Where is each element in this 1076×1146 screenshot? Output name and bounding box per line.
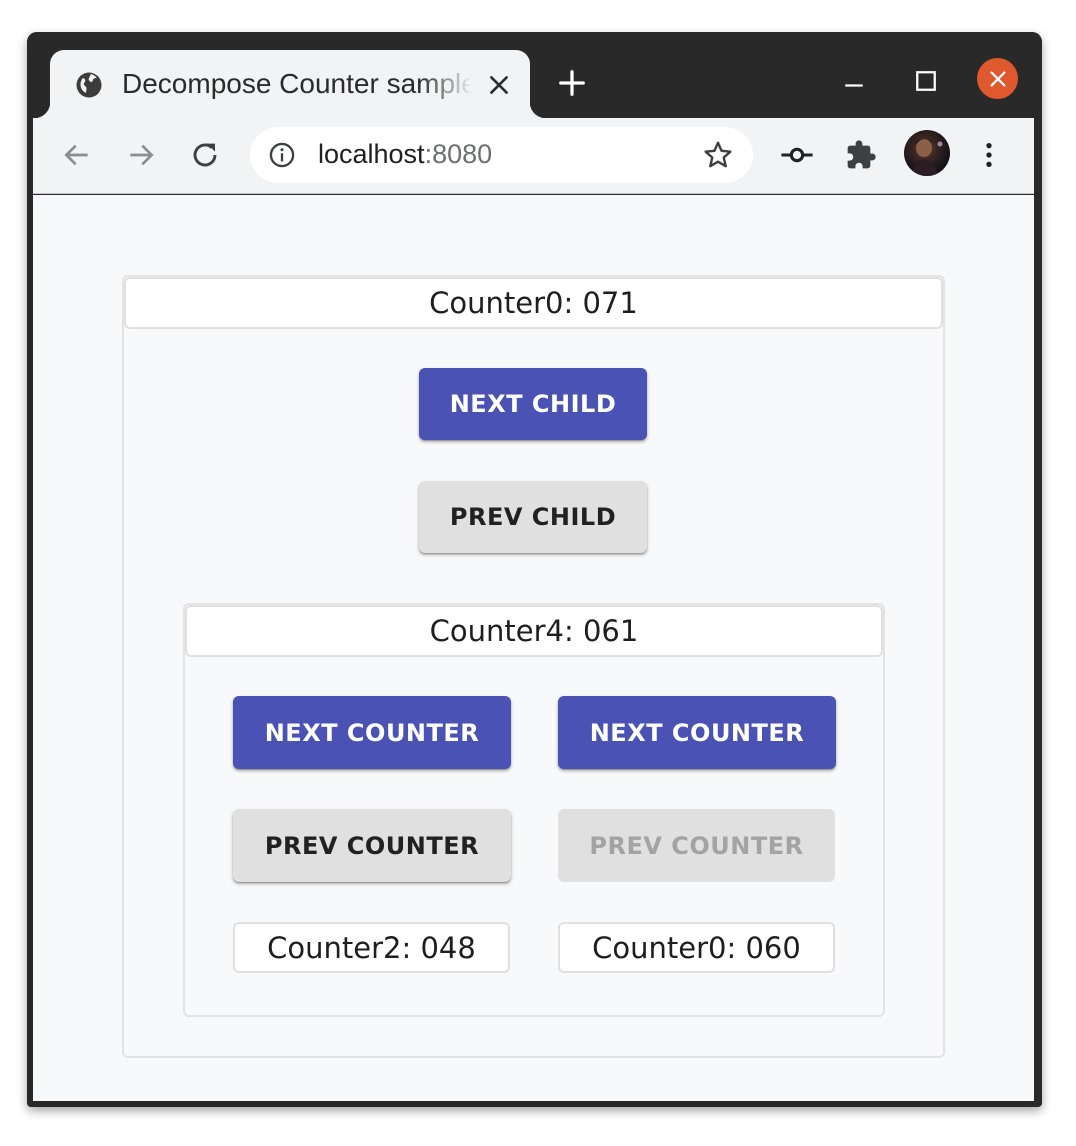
browser-toolbar: localhost:8080	[33, 118, 1034, 194]
forward-arrow-icon	[130, 144, 154, 166]
more-vert-icon	[986, 143, 992, 167]
left-leaf-counter-label: Counter2: 048	[233, 922, 510, 973]
right-next-counter-button[interactable]: NEXT COUNTER	[558, 696, 836, 769]
forward-button[interactable]	[123, 137, 159, 173]
commit-icon	[781, 147, 813, 163]
child-counter-panel: Counter4: 061 NEXT COUNTER NEXT COUNTER …	[183, 603, 885, 1017]
tab-title: Decompose Counter sample	[122, 68, 472, 99]
window-close-button[interactable]	[977, 58, 1018, 99]
close-icon	[989, 70, 1006, 87]
minimize-icon[interactable]	[839, 68, 869, 98]
info-icon[interactable]	[268, 141, 296, 169]
title-bar: Decompose Counter sample	[27, 32, 1042, 118]
extensions-puzzle-icon	[847, 140, 876, 169]
maximize-icon[interactable]	[911, 66, 941, 96]
star-icon[interactable]	[702, 139, 734, 171]
profile-avatar[interactable]	[904, 130, 950, 176]
page-viewport: Counter0: 071 NEXT CHILD PREV CHILD Coun…	[33, 195, 1034, 1101]
url-host: localhost	[318, 139, 425, 169]
url-text: localhost:8080	[318, 139, 492, 170]
right-prev-counter-button-disabled: PREV COUNTER	[558, 809, 835, 882]
extensions-button[interactable]	[843, 137, 879, 173]
url-port: :8080	[424, 139, 493, 169]
left-next-counter-button[interactable]: NEXT COUNTER	[233, 696, 511, 769]
menu-button[interactable]	[971, 137, 1007, 173]
plus-icon[interactable]	[557, 68, 587, 98]
root-counter-panel: Counter0: 071 NEXT CHILD PREV CHILD Coun…	[122, 275, 945, 1058]
reload-button[interactable]	[187, 137, 223, 173]
next-child-button[interactable]: NEXT CHILD	[419, 368, 647, 440]
right-leaf-counter-label: Counter0: 060	[558, 922, 835, 973]
address-bar[interactable]: localhost:8080	[250, 127, 753, 183]
commit-extension-button[interactable]	[779, 137, 815, 173]
left-prev-counter-button[interactable]: PREV COUNTER	[233, 809, 511, 882]
back-arrow-icon	[64, 144, 88, 166]
back-button[interactable]	[59, 137, 95, 173]
globe-icon	[76, 72, 102, 98]
profile-photo-icon	[912, 138, 943, 176]
browser-window: Decompose Counter sample localhost:8080 …	[27, 32, 1042, 1107]
reload-icon	[193, 143, 217, 167]
browser-tab[interactable]: Decompose Counter sample	[34, 50, 546, 118]
root-counter-label: Counter0: 071	[124, 277, 943, 329]
child-counter-label: Counter4: 061	[185, 605, 883, 657]
prev-child-button[interactable]: PREV CHILD	[419, 481, 647, 553]
tab-close-icon[interactable]	[486, 72, 512, 98]
